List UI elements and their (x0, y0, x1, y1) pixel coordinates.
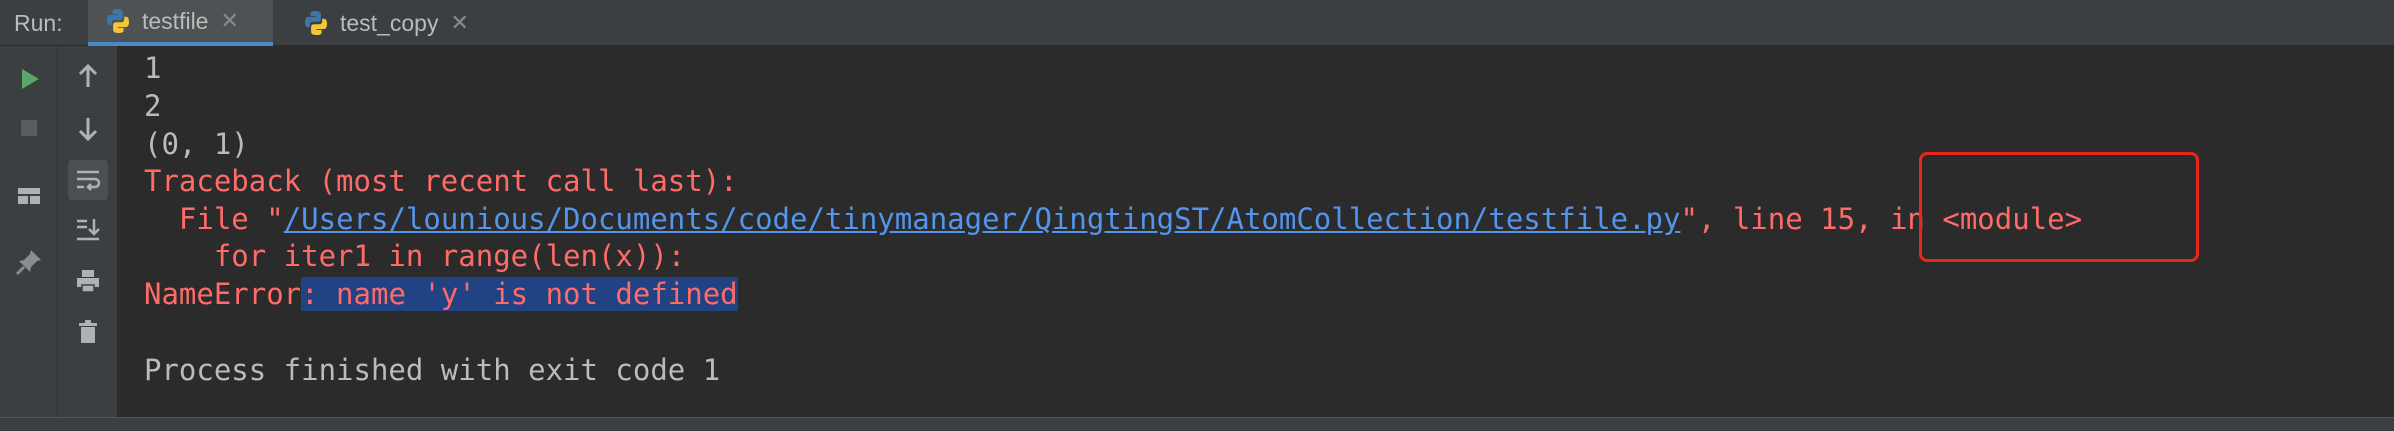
arrow-down-icon (78, 118, 98, 142)
next-occurrence-button[interactable] (68, 109, 108, 149)
selected-error-message: : name 'y' is not defined (301, 277, 738, 311)
layout-icon (18, 188, 40, 204)
run-toolbar-secondary (58, 46, 118, 417)
traceback-code-line: for iter1 in range(len(x)): (144, 239, 686, 273)
rerun-button[interactable] (9, 59, 49, 99)
soft-wrap-icon (77, 170, 101, 191)
arrow-up-icon (78, 63, 98, 87)
traceback-file-line: File "/Users/lounious/Documents/code/tin… (144, 201, 2082, 237)
python-file-icon (305, 11, 327, 35)
scroll-to-end-icon (77, 219, 100, 241)
file-path-link[interactable]: /Users/lounious/Documents/code/tinymanag… (284, 202, 1681, 236)
run-label: Run: (14, 10, 63, 36)
tab-test-copy[interactable]: test_copy ✕ (286, 0, 496, 46)
exit-message: Process finished with exit code 1 (144, 353, 721, 387)
pin-tab-button[interactable] (9, 242, 49, 282)
error-name: NameError (144, 277, 302, 311)
file-prefix: File " (144, 202, 284, 236)
output-line: 2 (144, 89, 162, 123)
stop-button[interactable] (9, 108, 49, 148)
clear-all-button[interactable] (68, 312, 108, 352)
print-icon (77, 270, 99, 293)
tab-testfile[interactable]: testfile ✕ (88, 0, 273, 46)
print-button[interactable] (68, 261, 108, 301)
status-strip (0, 417, 2394, 431)
soft-wrap-button[interactable] (68, 160, 108, 200)
run-toolbar-primary (0, 46, 58, 417)
scroll-to-end-button[interactable] (68, 210, 108, 250)
restore-layout-button[interactable] (9, 176, 49, 216)
close-icon[interactable]: ✕ (220, 8, 238, 34)
annotation-highlight-box (1919, 152, 2199, 262)
tab-label: test_copy (340, 9, 439, 36)
file-quote: " (1680, 202, 1698, 236)
pin-icon (15, 250, 41, 276)
output-line: 1 (144, 51, 162, 85)
run-icon (22, 69, 39, 89)
traceback-header: Traceback (most recent call last): (144, 164, 738, 198)
output-line: (0, 1) (144, 127, 249, 161)
stop-icon (21, 120, 37, 136)
run-tab-bar: Run: testfile ✕ test_copy ✕ (0, 0, 2394, 46)
trash-icon (79, 320, 97, 343)
line-number-text: , line 15, in (1697, 202, 1943, 236)
close-icon[interactable]: ✕ (450, 10, 468, 36)
error-line: NameError: name 'y' is not defined (144, 276, 738, 312)
python-file-icon (107, 9, 129, 33)
tab-label: testfile (142, 7, 209, 34)
previous-occurrence-button[interactable] (68, 56, 108, 96)
